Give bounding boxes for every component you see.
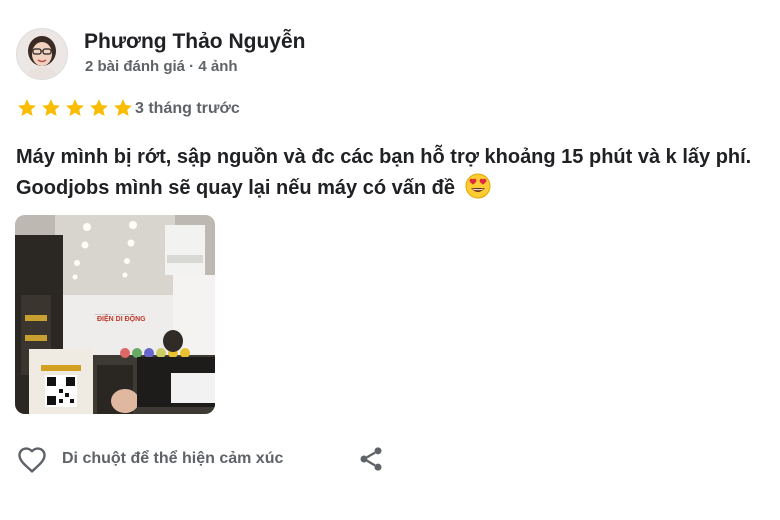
reviewer-name[interactable]: Phương Thảo Nguyễn	[84, 30, 305, 54]
star-icon	[42, 99, 60, 116]
person-avatar-icon	[17, 29, 67, 79]
svg-text:_____ _ _____: _____ _ _____	[94, 309, 136, 315]
review-text: Máy mình bị rớt, sập nguồn và đc các bạn…	[16, 146, 752, 199]
review-time: 3 tháng trước	[135, 100, 240, 117]
star-icon	[90, 99, 108, 116]
heart-icon[interactable]	[14, 441, 50, 477]
star-icon	[18, 99, 36, 116]
reviewer-avatar[interactable]	[16, 28, 68, 80]
star-rating	[16, 97, 134, 119]
review-photo[interactable]: _____ _ _____ ĐIỆN DI ĐỘNG	[15, 215, 215, 414]
review-text-block: Máy mình bị rớt, sập nguồn và đc các bạn…	[16, 142, 776, 209]
reviewer-meta: 2 bài đánh giá · 4 ảnh	[85, 58, 238, 75]
star-icon	[114, 99, 132, 116]
share-icon[interactable]	[354, 442, 388, 476]
heart-eyes-emoji-icon	[465, 173, 491, 209]
shop-sign: ĐIỆN DI ĐỘNG	[97, 314, 146, 323]
review-actions: Di chuột để thể hiện cảm xúc	[14, 440, 283, 478]
star-icon	[66, 99, 84, 116]
react-hint-label: Di chuột để thể hiện cảm xúc	[62, 450, 284, 467]
